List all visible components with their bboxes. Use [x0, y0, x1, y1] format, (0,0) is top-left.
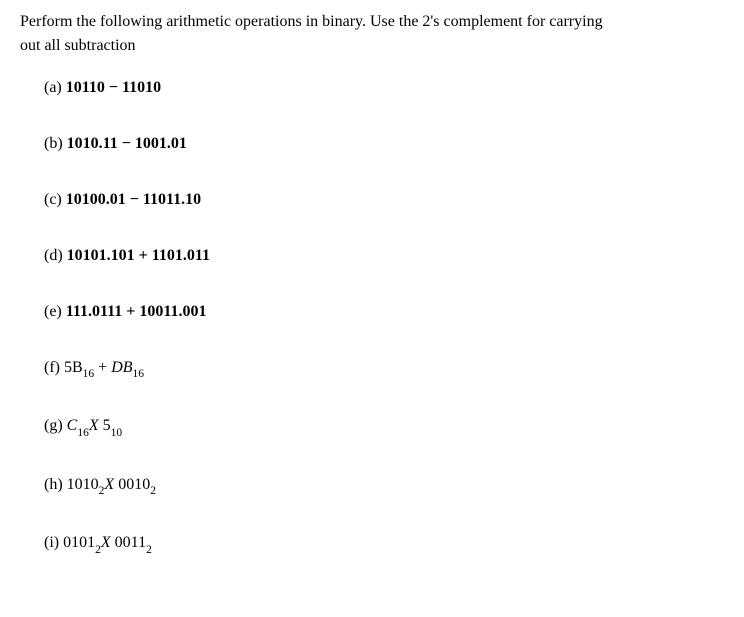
subscript-2: 2	[150, 485, 156, 497]
term-1: 5B	[64, 359, 83, 376]
subscript-1: 2	[99, 485, 105, 497]
operator-times: X	[104, 476, 118, 493]
problem-i: (i) 01012X 00112	[44, 531, 724, 557]
problem-expression: 5B16 + DB16	[64, 359, 144, 376]
problem-label: (g)	[44, 417, 67, 434]
problem-e: (e) 111.0111 + 10011.001	[44, 300, 724, 324]
problem-expression: 10102X 00102	[67, 476, 156, 493]
subscript-1: 16	[83, 368, 95, 380]
term-2: DB	[111, 359, 132, 376]
problem-label: (b)	[44, 135, 67, 152]
problem-expression: 111.0111 + 10011.001	[66, 303, 207, 320]
term-1: 1010	[67, 476, 99, 493]
operator-times: X	[101, 534, 115, 551]
problem-expression: 01012X 00112	[63, 534, 152, 551]
problem-label: (f)	[44, 359, 64, 376]
problem-g: (g) C16X 510	[44, 414, 724, 440]
instructions-line-2: out all subtraction	[20, 34, 724, 58]
problem-label: (h)	[44, 476, 67, 493]
instructions: Perform the following arithmetic operati…	[20, 10, 724, 58]
problem-label: (d)	[44, 247, 67, 264]
problem-d: (d) 10101.101 + 1101.011	[44, 244, 724, 268]
term-2: 0011	[115, 534, 146, 551]
problem-label: (c)	[44, 191, 66, 208]
problem-c: (c) 10100.01 − 11011.10	[44, 188, 724, 212]
problem-expression: 1010.11 − 1001.01	[67, 135, 187, 152]
problem-f: (f) 5B16 + DB16	[44, 356, 724, 382]
problem-label: (e)	[44, 303, 66, 320]
subscript-2: 16	[133, 368, 145, 380]
problem-label: (i)	[44, 534, 63, 551]
subscript-2: 2	[146, 544, 152, 556]
term-1: 0101	[63, 534, 95, 551]
problem-label: (a)	[44, 79, 66, 96]
subscript-2: 10	[111, 427, 123, 439]
term-2: 0010	[118, 476, 150, 493]
instructions-line-1: Perform the following arithmetic operati…	[20, 10, 724, 34]
problem-expression: 10100.01 − 11011.10	[66, 191, 201, 208]
problem-expression: 10110 − 11010	[66, 79, 161, 96]
subscript-1: 2	[95, 544, 101, 556]
operator-plus: +	[94, 359, 111, 376]
problem-a: (a) 10110 − 11010	[44, 76, 724, 100]
problem-expression: C16X 510	[67, 417, 122, 434]
problem-b: (b) 1010.11 − 1001.01	[44, 132, 724, 156]
problem-h: (h) 10102X 00102	[44, 473, 724, 499]
problem-expression: 10101.101 + 1101.011	[67, 247, 210, 264]
term-2: 5	[103, 417, 111, 434]
term-1: C	[67, 417, 78, 434]
problem-list: (a) 10110 − 11010 (b) 1010.11 − 1001.01 …	[20, 76, 724, 558]
operator-times: X	[89, 417, 103, 434]
subscript-1: 16	[77, 427, 89, 439]
